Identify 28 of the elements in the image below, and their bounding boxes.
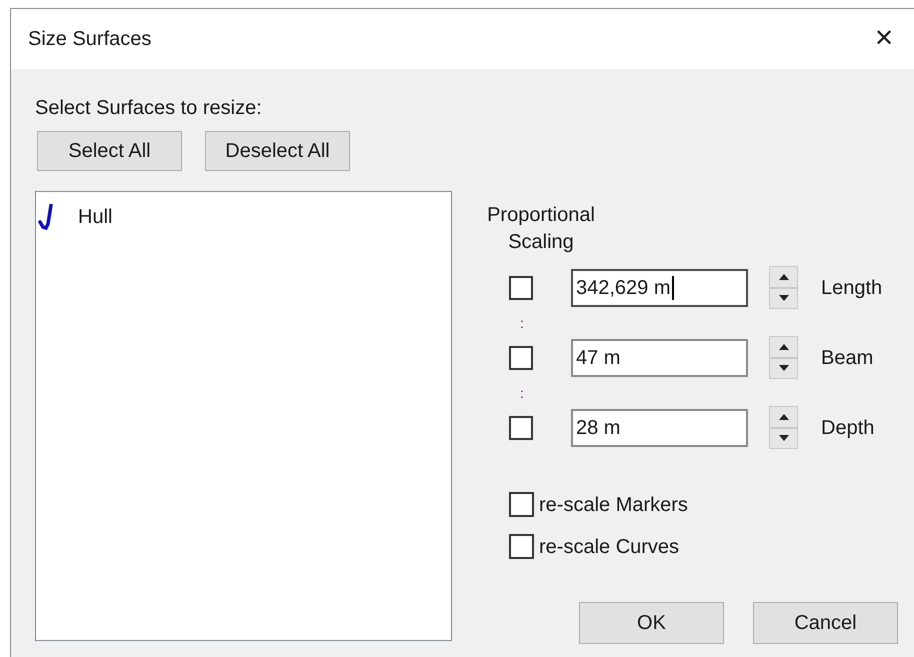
option-label: re-scale Curves bbox=[539, 534, 680, 560]
ok-button[interactable]: OK bbox=[579, 602, 724, 644]
spin-buttons[interactable] bbox=[769, 266, 798, 309]
cancel-button[interactable]: Cancel bbox=[753, 602, 898, 644]
checkbox[interactable] bbox=[509, 534, 534, 559]
checkbox[interactable] bbox=[509, 346, 533, 370]
window-title: Size Surfaces bbox=[28, 27, 152, 52]
checkbox[interactable] bbox=[509, 416, 533, 440]
link-mark: : bbox=[520, 384, 524, 402]
dimension-label: Depth bbox=[821, 416, 874, 440]
spin-buttons[interactable] bbox=[769, 406, 798, 449]
checkbox[interactable] bbox=[509, 276, 533, 300]
list-item[interactable]: Hull bbox=[78, 202, 112, 232]
dimension-label: Beam bbox=[821, 346, 874, 370]
input-field[interactable]: 342,629 m bbox=[571, 268, 748, 306]
link-mark: : bbox=[520, 314, 524, 332]
deselect-all-button[interactable]: Deselect All bbox=[205, 131, 350, 171]
select-all-button[interactable]: Select All bbox=[37, 131, 182, 171]
option-label: re-scale Markers bbox=[539, 492, 688, 518]
surface-list[interactable]: Hull bbox=[35, 191, 452, 641]
spin-buttons[interactable] bbox=[769, 336, 798, 379]
close-button[interactable]: ✕ bbox=[864, 19, 904, 59]
input-field[interactable]: 28 m bbox=[571, 408, 748, 446]
checkbox[interactable] bbox=[509, 492, 534, 517]
dimension-label: Length bbox=[821, 276, 882, 300]
input-field[interactable]: 47 m bbox=[571, 338, 748, 376]
proportional-scaling-label: Proportional Scaling bbox=[486, 203, 596, 255]
section-label: Select Surfaces to resize: bbox=[35, 96, 263, 120]
